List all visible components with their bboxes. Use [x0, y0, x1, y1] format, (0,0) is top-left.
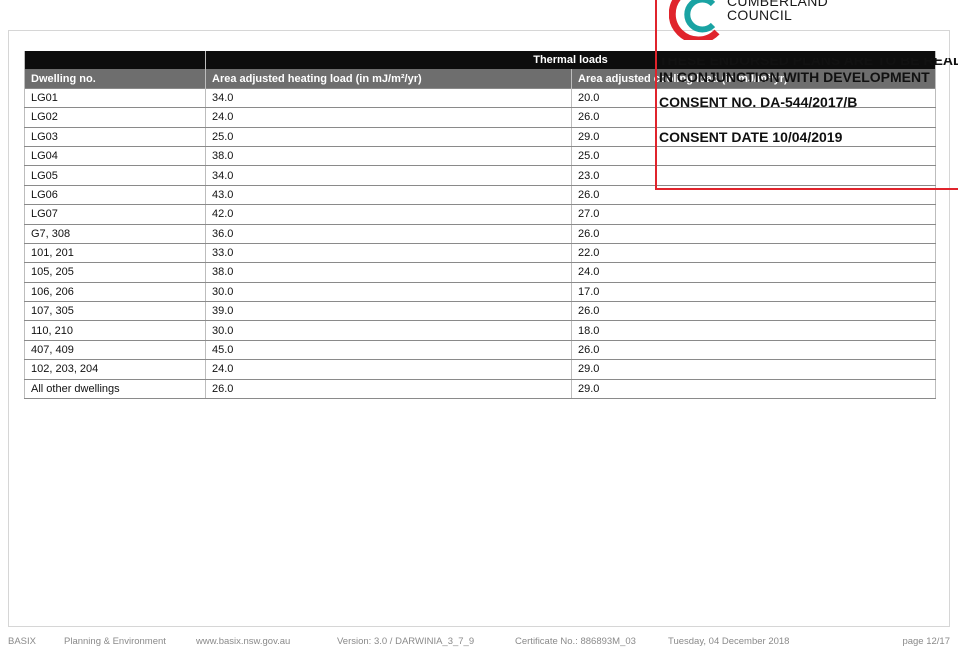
table-row: 102, 203, 204 24.0 29.0 [24, 359, 937, 380]
consent-date: CONSENT DATE 10/04/2019 [659, 129, 843, 145]
cell-dwelling: 407, 409 [24, 340, 206, 361]
table-row: 105, 205 38.0 24.0 [24, 262, 937, 283]
cell-heating-load: 34.0 [205, 165, 572, 186]
cell-dwelling: LG05 [24, 165, 206, 186]
footer-website[interactable]: www.basix.nsw.gov.au [196, 636, 290, 647]
cell-dwelling: LG02 [24, 107, 206, 128]
table-row: All other dwellings 26.0 29.0 [24, 379, 937, 400]
council-name: CUMBERLAND COUNCIL [727, 0, 828, 22]
cell-cooling-load: 29.0 [570, 359, 937, 380]
cell-heating-load: 26.0 [205, 379, 572, 400]
cell-heating-load: 30.0 [205, 320, 572, 341]
table-row: 110, 210 30.0 18.0 [24, 320, 937, 341]
footer-program: BASIX [8, 636, 36, 647]
cell-cooling-load: 22.0 [570, 243, 937, 264]
table-row: LG07 42.0 27.0 [24, 204, 937, 225]
page-footer: BASIX Planning & Environment www.basix.n… [8, 636, 950, 650]
table-row: 106, 206 30.0 17.0 [24, 282, 937, 303]
cell-dwelling: LG03 [24, 127, 206, 147]
cell-dwelling: 110, 210 [24, 320, 206, 341]
footer-page-number: page 12/17 [902, 636, 950, 647]
cumberland-council-logo [669, 0, 720, 40]
cell-heating-load: 39.0 [205, 301, 572, 322]
cell-heating-load: 38.0 [205, 146, 572, 167]
endorsement-line1: THESE ENDORSED PLANS ARE TO BE READ [659, 58, 958, 68]
cell-cooling-load: 27.0 [570, 204, 937, 225]
council-endorsement-stamp: CUMBERLAND COUNCIL THESE ENDORSED PLANS … [655, 0, 958, 190]
cell-heating-load: 25.0 [205, 127, 572, 147]
endorsement-text: THESE ENDORSED PLANS ARE TO BE READ IN C… [659, 58, 958, 90]
cell-cooling-load: 24.0 [570, 262, 937, 283]
table-row: 107, 305 39.0 26.0 [24, 301, 937, 322]
cell-cooling-load: 18.0 [570, 320, 937, 341]
band-blank-cell [24, 51, 206, 70]
cell-dwelling: LG07 [24, 204, 206, 225]
cell-heating-load: 43.0 [205, 185, 572, 206]
cell-cooling-load: 26.0 [570, 340, 937, 361]
cell-cooling-load: 29.0 [570, 379, 937, 400]
cell-heating-load: 24.0 [205, 359, 572, 380]
cell-dwelling: 102, 203, 204 [24, 359, 206, 380]
cell-dwelling: 106, 206 [24, 282, 206, 303]
table-row: 407, 409 45.0 26.0 [24, 340, 937, 361]
cell-heating-load: 34.0 [205, 87, 572, 109]
cell-dwelling: 101, 201 [24, 243, 206, 264]
cell-dwelling: LG04 [24, 146, 206, 167]
cell-heating-load: 45.0 [205, 340, 572, 361]
footer-certificate: Certificate No.: 886893M_03 [515, 636, 636, 647]
cell-heating-load: 24.0 [205, 107, 572, 128]
council-name-line2: COUNCIL [727, 7, 793, 23]
table-row: G7, 308 36.0 26.0 [24, 224, 937, 244]
cell-heating-load: 30.0 [205, 282, 572, 303]
cell-heating-load: 42.0 [205, 204, 572, 225]
cell-cooling-load: 26.0 [570, 224, 937, 244]
cell-heating-load: 36.0 [205, 224, 572, 244]
footer-version: Version: 3.0 / DARWINIA_3_7_9 [337, 636, 475, 647]
cell-cooling-load: 17.0 [570, 282, 937, 303]
cell-dwelling: 107, 305 [24, 301, 206, 322]
column-header-dwelling: Dwelling no. [24, 69, 206, 89]
footer-department: Planning & Environment [64, 636, 166, 647]
cell-dwelling: All other dwellings [24, 379, 206, 400]
column-header-heating: Area adjusted heating load (in mJ/m²/yr) [205, 69, 572, 89]
footer-date: Tuesday, 04 December 2018 [668, 636, 790, 647]
cell-cooling-load: 26.0 [570, 301, 937, 322]
endorsement-line2: IN CONJUNCTION WITH DEVELOPMENT [659, 69, 930, 85]
cell-heating-load: 33.0 [205, 243, 572, 264]
cell-dwelling: LG01 [24, 87, 206, 109]
cell-heating-load: 38.0 [205, 262, 572, 283]
cell-dwelling: LG06 [24, 185, 206, 206]
cell-dwelling: G7, 308 [24, 224, 206, 244]
cell-dwelling: 105, 205 [24, 262, 206, 283]
consent-number: CONSENT NO. DA-544/2017/B [659, 94, 858, 110]
table-row: 101, 201 33.0 22.0 [24, 243, 937, 264]
